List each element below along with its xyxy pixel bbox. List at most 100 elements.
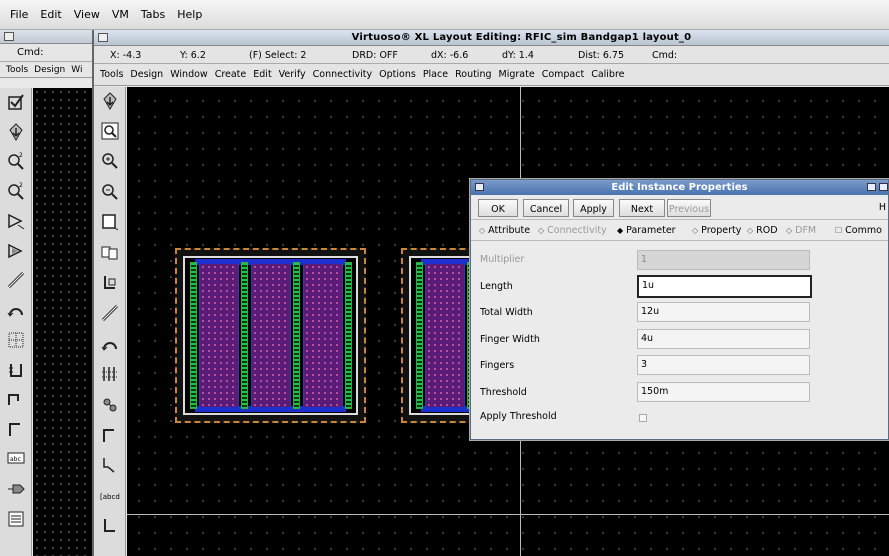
radio-off-icon: ◇ <box>479 226 486 235</box>
window-icon[interactable] <box>98 210 122 234</box>
back-cmd-bar: Cmd: <box>0 44 96 62</box>
menubar: Tools Design Window Create Edit Verify C… <box>94 64 889 86</box>
menu-create[interactable]: Create <box>215 69 247 80</box>
tab-connectivity[interactable]: ◇ Connectivity <box>538 225 607 236</box>
menu-calibre[interactable]: Calibre <box>591 69 624 80</box>
zoom-in-icon[interactable] <box>98 149 122 173</box>
tab-rod[interactable]: ◇ ROD <box>747 225 778 236</box>
tab-attribute[interactable]: ◇ Attribute <box>479 225 530 236</box>
instance-boundary <box>183 256 358 415</box>
label-icon[interactable]: abc <box>4 447 28 471</box>
transistor-instance[interactable] <box>175 248 366 423</box>
vm-menu-edit[interactable]: Edit <box>34 8 67 21</box>
apply-threshold-checkbox[interactable] <box>639 414 647 422</box>
zoom-out-icon[interactable] <box>98 180 122 204</box>
menu-tools[interactable]: Tools <box>100 69 123 80</box>
back-menu-tools[interactable]: Tools <box>6 65 28 75</box>
previous-button[interactable]: Previous <box>667 199 711 217</box>
menu-routing[interactable]: Routing <box>455 69 491 80</box>
path-icon[interactable] <box>4 268 28 292</box>
save-icon[interactable] <box>98 89 122 113</box>
minimize-icon[interactable] <box>867 183 876 191</box>
instance-icon[interactable] <box>4 358 28 382</box>
back-menu-design[interactable]: Design <box>34 65 65 75</box>
status-x: X: -4.3 <box>110 50 142 61</box>
window-titlebar[interactable]: Virtuoso® XL Layout Editing: RFIC_sim Ba… <box>94 30 889 46</box>
svg-text:2: 2 <box>19 152 23 159</box>
ruler-icon[interactable] <box>4 328 28 352</box>
back-layout-window: Cmd: Tools Design Wi 2 2 abc <box>0 30 96 556</box>
path-icon[interactable] <box>98 301 122 325</box>
back-menu-window[interactable]: Wi <box>71 65 82 75</box>
poly-finger <box>425 264 465 407</box>
vm-menu-vm[interactable]: VM <box>106 8 135 21</box>
property-icon[interactable] <box>4 507 28 531</box>
multiplier-field[interactable]: 1 <box>637 250 810 270</box>
radio-off-icon: ◇ <box>538 226 545 235</box>
menu-edit[interactable]: Edit <box>253 69 271 80</box>
label-box-icon[interactable]: [abcd] <box>98 484 122 508</box>
length-field[interactable]: 1u <box>637 275 812 298</box>
dialog-title: Edit Instance Properties <box>611 182 748 193</box>
menu-migrate[interactable]: Migrate <box>499 69 535 80</box>
ok-button[interactable]: OK <box>478 199 518 217</box>
apply-button[interactable]: Apply <box>573 199 614 217</box>
instance-icon[interactable] <box>98 271 122 295</box>
window-fit-icon[interactable] <box>98 241 122 265</box>
window-menu-icon[interactable] <box>4 32 14 41</box>
diffusion-contact <box>241 262 248 409</box>
total-width-label: Total Width <box>480 307 533 318</box>
common-checkbox[interactable]: ☐ Commo <box>835 225 882 236</box>
total-width-field[interactable]: 12u <box>637 302 810 322</box>
vm-menu-tabs[interactable]: Tabs <box>135 8 171 21</box>
save-icon[interactable] <box>4 120 28 144</box>
checkbox-icon: ☐ <box>835 226 843 235</box>
zoom-in-icon[interactable]: 2 <box>4 149 28 173</box>
finger-width-field[interactable]: 4u <box>637 329 810 349</box>
vm-menu-file[interactable]: File <box>4 8 34 21</box>
menu-compact[interactable]: Compact <box>542 69 585 80</box>
help-button[interactable]: H <box>879 202 886 213</box>
dialog-titlebar[interactable]: Edit Instance Properties <box>471 180 888 195</box>
back-window-titlebar[interactable] <box>0 30 96 44</box>
array-icon[interactable] <box>98 362 122 386</box>
move-icon[interactable] <box>98 393 122 417</box>
vm-menu-help[interactable]: Help <box>171 8 208 21</box>
menu-window[interactable]: Window <box>170 69 207 80</box>
back-layout-canvas[interactable] <box>33 88 96 556</box>
undo-arc-icon[interactable] <box>4 298 28 322</box>
threshold-field[interactable]: 150m <box>637 382 810 402</box>
stretch-icon[interactable] <box>4 209 28 233</box>
vm-menu-view[interactable]: View <box>68 8 106 21</box>
wire-corner-icon[interactable] <box>98 423 122 447</box>
menu-design[interactable]: Design <box>130 69 163 80</box>
radio-off-icon: ◇ <box>692 226 699 235</box>
next-button[interactable]: Next <box>619 199 665 217</box>
wire-icon[interactable] <box>4 387 28 411</box>
pin-icon[interactable] <box>4 477 28 501</box>
threshold-label: Threshold <box>480 387 527 398</box>
maximize-icon[interactable] <box>879 183 888 191</box>
radio-off-icon: ◇ <box>786 226 793 235</box>
checkbox-icon[interactable] <box>4 90 28 114</box>
zoom-out-icon[interactable]: 2 <box>4 179 28 203</box>
copy-icon[interactable] <box>4 239 28 263</box>
tab-dfm[interactable]: ◇ DFM <box>786 225 816 236</box>
wire-corner-icon[interactable] <box>4 417 28 441</box>
menu-connectivity[interactable]: Connectivity <box>313 69 373 80</box>
edit-instance-properties-dialog: Edit Instance Properties OK Cancel Apply… <box>470 179 889 440</box>
fingers-field[interactable]: 3 <box>637 355 810 375</box>
cancel-button[interactable]: Cancel <box>523 199 569 217</box>
multiplier-label: Multiplier <box>480 254 525 265</box>
pointer-icon[interactable] <box>98 453 122 477</box>
dialog-button-row: OK Cancel Apply Next Previous H <box>471 196 888 220</box>
shape-icon[interactable] <box>98 514 122 538</box>
radio-off-icon: ◇ <box>747 226 754 235</box>
undo-arc-icon[interactable] <box>98 332 122 356</box>
tab-property[interactable]: ◇ Property <box>692 225 741 236</box>
menu-verify[interactable]: Verify <box>279 69 306 80</box>
magnify-icon[interactable] <box>98 119 122 143</box>
menu-place[interactable]: Place <box>423 69 448 80</box>
tab-parameter[interactable]: ◆ Parameter <box>617 225 676 236</box>
menu-options[interactable]: Options <box>379 69 416 80</box>
